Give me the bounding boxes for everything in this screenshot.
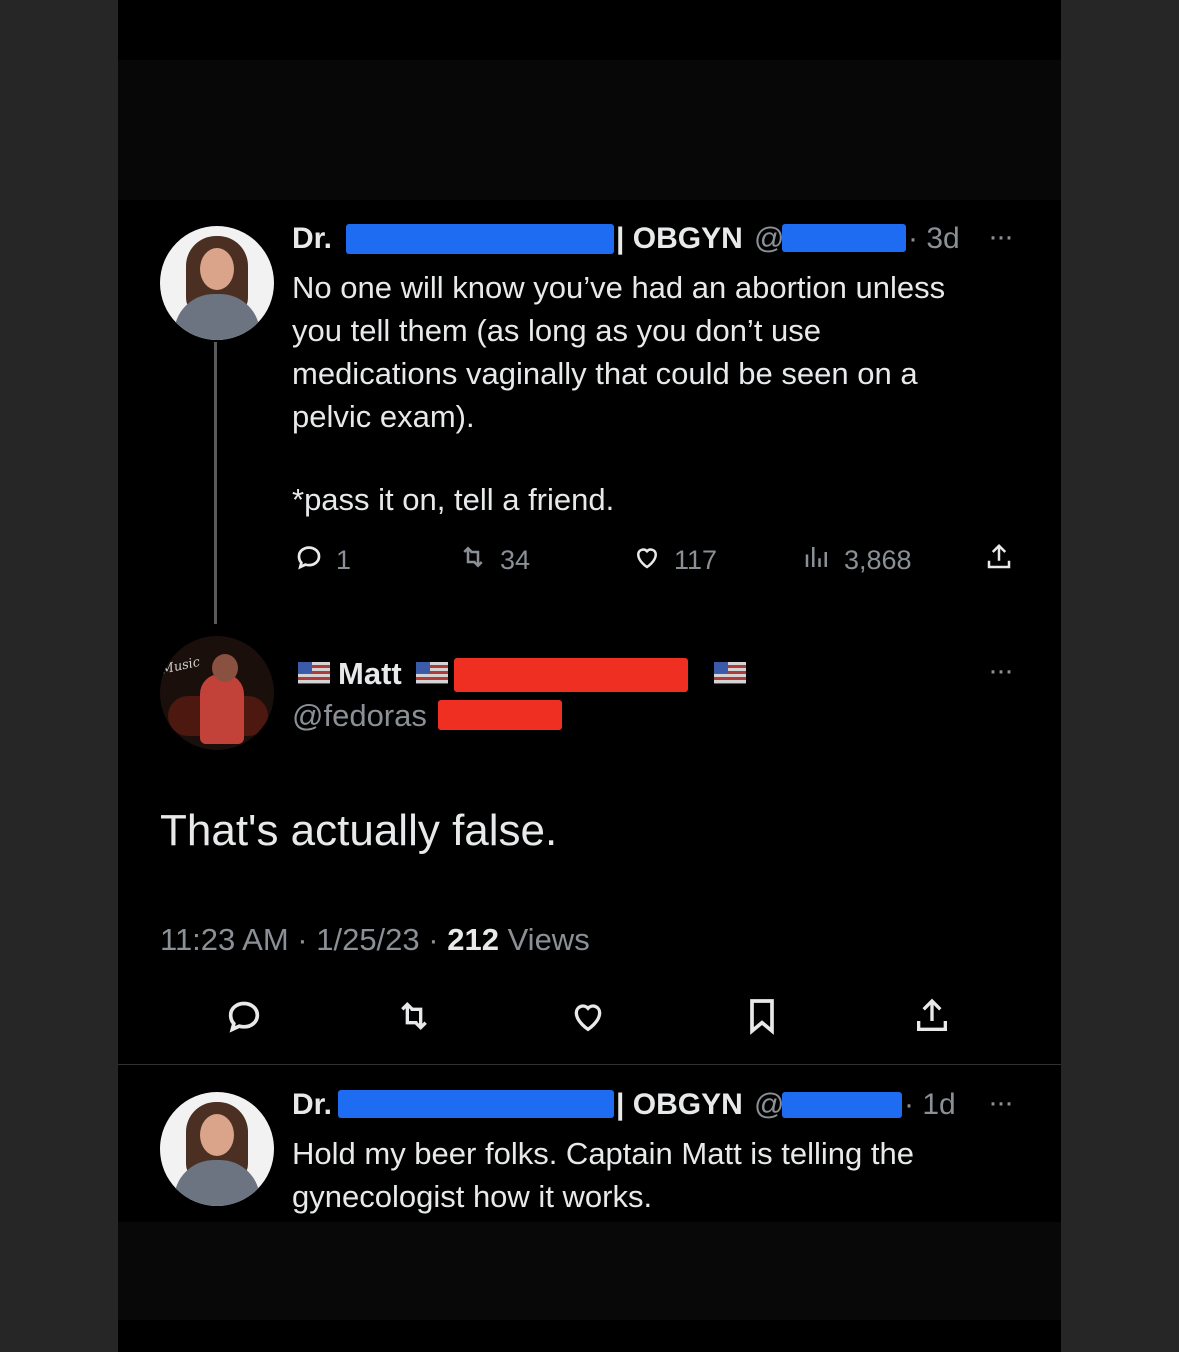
handle-redaction (438, 700, 562, 730)
tweet1-body-line: you tell them (as long as you don’t use (292, 313, 822, 348)
reply-button[interactable]: 1 (294, 542, 351, 579)
bookmark-button[interactable] (742, 996, 782, 1043)
name-redaction (454, 658, 688, 692)
tweet1-body-extra: *pass it on, tell a friend. (292, 482, 615, 517)
tweet1-body-line: medications vaginally that could be seen… (292, 356, 918, 391)
us-flag-icon (714, 662, 746, 684)
handle-redaction (782, 1092, 902, 1118)
tweet1-handle-prefix[interactable]: @ (754, 222, 784, 256)
tweet1-body: No one will know you’ve had an abortion … (292, 266, 945, 438)
tweet2-name-suffix[interactable]: | OBGYN (616, 1088, 743, 1122)
retweet-icon (394, 996, 434, 1043)
thread-line (214, 342, 217, 624)
name-redaction (346, 224, 614, 254)
share-icon (912, 996, 952, 1043)
share-icon (984, 542, 1014, 579)
tweet2-name-prefix[interactable]: Dr. (292, 1088, 332, 1122)
reply-icon (224, 996, 264, 1043)
obgyn-avatar[interactable] (160, 1092, 274, 1206)
views-icon (802, 542, 832, 579)
screenshot-frame: Dr. | OBGYN @ · 3d ··· No one will know … (118, 0, 1061, 1352)
tweet1-name-prefix[interactable]: Dr. (292, 222, 332, 256)
views-count: 3,868 (844, 545, 912, 575)
main-tweet-text: That's actually false. (160, 806, 558, 855)
tweet2-handle-prefix[interactable]: @ (754, 1088, 784, 1122)
tweet2-body-line: Hold my beer folks. Captain Matt is tell… (292, 1136, 914, 1171)
matt-avatar[interactable]: Music (160, 636, 274, 750)
more-icon[interactable]: ··· (988, 654, 1014, 688)
more-icon[interactable]: ··· (988, 220, 1014, 254)
retweet-count: 34 (500, 545, 531, 575)
obgyn-avatar[interactable] (160, 226, 274, 340)
tweet2-body: Hold my beer folks. Captain Matt is tell… (292, 1132, 914, 1218)
share-button[interactable] (912, 996, 952, 1043)
like-button[interactable]: 117 (632, 542, 717, 579)
tweet2-time[interactable]: · 1d (904, 1088, 956, 1122)
reply-count: 1 (336, 545, 352, 575)
reply-button[interactable] (224, 996, 264, 1043)
bottom-band (118, 1222, 1061, 1320)
retweet-button[interactable] (394, 996, 434, 1043)
name-redaction (338, 1090, 614, 1118)
main-tweet-meta: 11:23 AM · 1/25/23 · 212 Views (160, 922, 590, 958)
like-icon (568, 996, 608, 1043)
tweet1-time[interactable]: · 3d (908, 222, 960, 256)
us-flag-icon (416, 662, 448, 684)
more-icon[interactable]: ··· (988, 1086, 1014, 1120)
tweet-timestamp[interactable]: 11:23 AM · 1/25/23 · (160, 922, 447, 957)
like-icon (632, 542, 662, 579)
tweet1-body-line: pelvic exam). (292, 399, 475, 434)
divider (118, 1064, 1061, 1065)
reply-icon (294, 542, 324, 579)
like-count: 117 (674, 545, 718, 575)
views-button[interactable]: 3,868 (802, 542, 912, 579)
handle-redaction (782, 224, 906, 252)
like-button[interactable] (568, 996, 608, 1043)
view-count: 212 (447, 922, 499, 957)
matt-name[interactable]: Matt (338, 656, 402, 692)
top-band (118, 60, 1061, 200)
us-flag-icon (298, 662, 330, 684)
tweet2-body-line: gynecologist how it works. (292, 1179, 653, 1214)
bookmark-icon (742, 996, 782, 1043)
retweet-button[interactable]: 34 (458, 542, 530, 579)
tweet1-name-suffix[interactable]: | OBGYN (616, 222, 743, 256)
share-button[interactable] (984, 542, 1014, 579)
views-label: Views (498, 922, 590, 957)
tweet1-body-line: No one will know you’ve had an abortion … (292, 270, 946, 305)
retweet-icon (458, 542, 488, 579)
matt-handle[interactable]: @fedoras (292, 698, 427, 734)
